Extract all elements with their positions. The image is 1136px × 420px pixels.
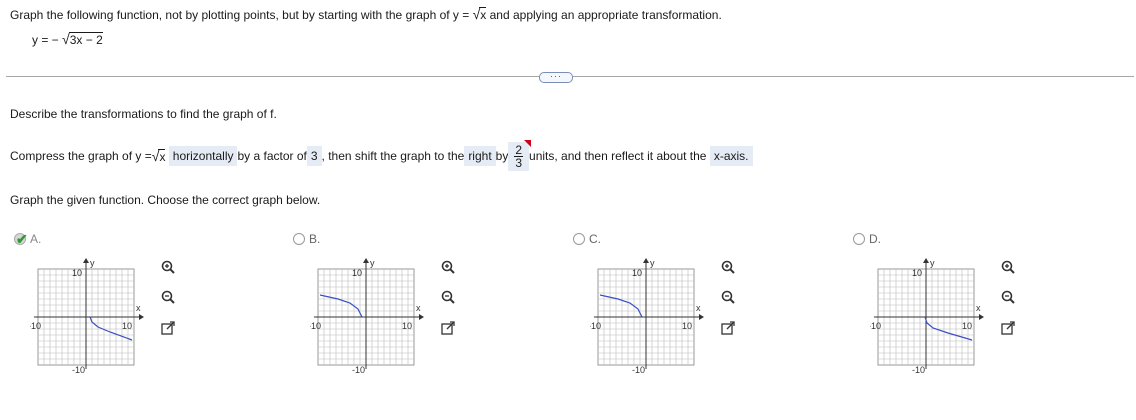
y-axis-label: y bbox=[90, 258, 95, 268]
x-axis-arrow bbox=[979, 314, 984, 320]
x-tick-label-neg: -10 bbox=[590, 321, 601, 331]
coordinate-plane[interactable]: y x 10 -10 -10 10 bbox=[588, 255, 718, 375]
y-tick-label-neg: -10 bbox=[72, 365, 85, 375]
coordinate-plane[interactable]: y x 10 -10 -10 10 bbox=[28, 255, 158, 375]
y-axis-arrow bbox=[83, 258, 89, 263]
zoom-in-icon[interactable] bbox=[160, 259, 176, 275]
x-tick-label-neg: -10 bbox=[30, 321, 41, 331]
x-axis-label: x bbox=[696, 303, 701, 313]
shift-fraction: 2 3 bbox=[514, 142, 524, 170]
y-axis-label: y bbox=[930, 258, 935, 268]
expand-icon[interactable] bbox=[720, 320, 736, 336]
x-tick-label-pos: 10 bbox=[962, 321, 972, 331]
x-axis-label: x bbox=[416, 303, 421, 313]
instruction-text-1: Graph the following function, not by plo… bbox=[10, 8, 473, 22]
direction-answer-1[interactable]: horizontally bbox=[168, 146, 238, 166]
x-tick-label-neg: -10 bbox=[870, 321, 881, 331]
x-axis-arrow bbox=[139, 314, 144, 320]
y-axis-label: y bbox=[650, 258, 655, 268]
x-axis-arrow bbox=[699, 314, 704, 320]
y-axis-arrow bbox=[923, 258, 929, 263]
fraction-numerator: 2 bbox=[514, 142, 524, 157]
option-c[interactable]: C. bbox=[573, 232, 601, 246]
factor-answer[interactable]: 3 bbox=[306, 146, 322, 166]
x-tick-label-pos: 10 bbox=[402, 321, 412, 331]
answer-sentence: Compress the graph of y = √ x horizontall… bbox=[10, 134, 753, 178]
direction-answer-2[interactable]: right bbox=[464, 146, 496, 166]
option-c-label: C. bbox=[589, 232, 601, 246]
problem-instruction: Graph the following function, not by plo… bbox=[10, 6, 722, 22]
expand-icon[interactable] bbox=[160, 320, 176, 336]
radio-c[interactable] bbox=[573, 233, 585, 245]
coordinate-plane[interactable]: y x 10 -10 -10 10 bbox=[308, 255, 438, 375]
y-tick-label-pos: 10 bbox=[632, 268, 642, 278]
x-tick-label-pos: 10 bbox=[682, 321, 692, 331]
graph-b[interactable]: y x 10 -10 -10 10 bbox=[308, 255, 438, 378]
y-tick-label-pos: 10 bbox=[352, 268, 362, 278]
more-button[interactable]: ··· bbox=[539, 72, 573, 83]
x-tick-label-pos: 10 bbox=[122, 321, 132, 331]
expand-icon[interactable] bbox=[1000, 320, 1016, 336]
sentence-text-3: , then shift the graph to the bbox=[321, 149, 465, 163]
shift-answer[interactable]: 2 3 bbox=[508, 139, 532, 171]
incorrect-flag-icon bbox=[524, 139, 532, 147]
sentence-radicand: x bbox=[158, 148, 166, 164]
x-axis-label: x bbox=[976, 303, 981, 313]
radio-b[interactable] bbox=[293, 233, 305, 245]
describe-prompt: Describe the transformations to find the… bbox=[10, 107, 277, 121]
sentence-text-5: units, and then reflect it about the bbox=[529, 149, 707, 163]
y-axis-arrow bbox=[643, 258, 649, 263]
y-tick-label-pos: 10 bbox=[912, 268, 922, 278]
coordinate-plane[interactable]: y x 10 -10 -10 10 bbox=[868, 255, 998, 375]
graph-d[interactable]: y x 10 -10 -10 10 bbox=[868, 255, 998, 378]
zoom-in-icon[interactable] bbox=[720, 259, 736, 275]
zoom-out-icon[interactable] bbox=[160, 289, 176, 305]
zoom-out-icon[interactable] bbox=[440, 289, 456, 305]
zoom-in-icon[interactable] bbox=[440, 259, 456, 275]
zoom-out-icon[interactable] bbox=[720, 289, 736, 305]
problem-function: y = − √3x − 2 bbox=[32, 31, 103, 47]
y-tick-label-pos: 10 bbox=[72, 268, 82, 278]
y-tick-label-neg: -10 bbox=[632, 365, 645, 375]
function-prefix: y = − bbox=[32, 33, 59, 47]
function-radicand: 3x − 2 bbox=[68, 32, 103, 47]
fraction-denominator: 3 bbox=[515, 155, 523, 170]
sentence-text-4: by bbox=[495, 149, 509, 163]
zoom-out-icon[interactable] bbox=[1000, 289, 1016, 305]
option-b-label: B. bbox=[309, 232, 321, 246]
option-a-label: A. bbox=[30, 232, 42, 246]
y-axis-arrow bbox=[363, 258, 369, 263]
expand-icon[interactable] bbox=[440, 320, 456, 336]
radio-d[interactable] bbox=[853, 233, 865, 245]
option-d[interactable]: D. bbox=[853, 232, 881, 246]
y-tick-label-neg: -10 bbox=[352, 365, 365, 375]
zoom-in-icon[interactable] bbox=[1000, 259, 1016, 275]
option-b[interactable]: B. bbox=[293, 232, 320, 246]
x-axis-label: x bbox=[136, 303, 141, 313]
checkmark-icon: ✔ bbox=[16, 231, 28, 247]
x-axis-arrow bbox=[419, 314, 424, 320]
y-tick-label-neg: -10 bbox=[912, 365, 925, 375]
graph-a[interactable]: y x 10 -10 -10 10 bbox=[28, 255, 158, 378]
instruction-text-2: and applying an appropriate transformati… bbox=[486, 8, 722, 22]
graph-c[interactable]: y x 10 -10 -10 10 bbox=[588, 255, 718, 378]
option-d-label: D. bbox=[869, 232, 881, 246]
y-axis-label: y bbox=[370, 258, 375, 268]
sentence-text-1: Compress the graph of y = bbox=[10, 149, 152, 163]
axis-answer[interactable]: x-axis. bbox=[709, 146, 753, 166]
sentence-text-2: by a factor of bbox=[237, 149, 307, 163]
graph-prompt: Graph the given function. Choose the cor… bbox=[10, 193, 321, 207]
x-tick-label-neg: -10 bbox=[310, 321, 321, 331]
